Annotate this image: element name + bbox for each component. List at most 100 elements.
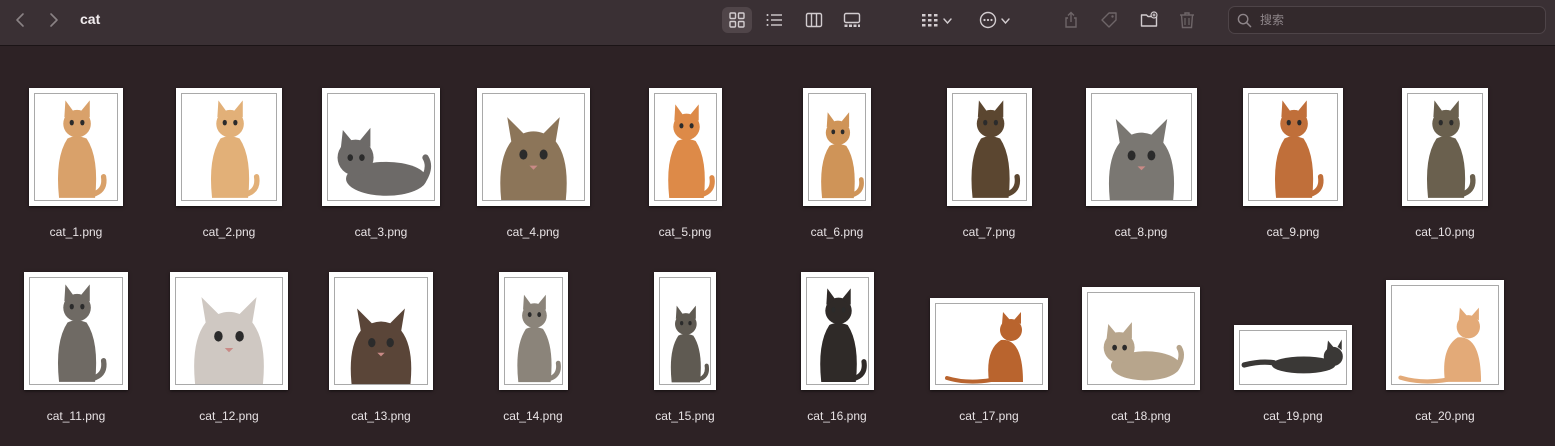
thumbnail-frame <box>305 68 457 206</box>
file-thumbnail[interactable] <box>1234 325 1352 390</box>
cat-image <box>1391 285 1499 385</box>
file-item[interactable]: cat_13.png <box>305 252 457 428</box>
file-thumbnail[interactable] <box>654 272 716 390</box>
file-thumbnail[interactable] <box>176 88 282 206</box>
file-thumbnail[interactable] <box>1082 287 1200 390</box>
thumbnail-frame <box>761 252 913 390</box>
file-thumbnail[interactable] <box>170 272 288 390</box>
file-item[interactable]: cat_4.png <box>457 68 609 244</box>
cat-image <box>503 277 563 385</box>
file-item[interactable]: cat_8.png <box>1065 68 1217 244</box>
thumbnail-frame <box>1065 68 1217 206</box>
cat-image <box>334 277 428 385</box>
file-item[interactable]: cat_6.png <box>761 68 913 244</box>
file-thumbnail[interactable] <box>329 272 433 390</box>
forward-button[interactable] <box>42 8 66 32</box>
file-thumbnail[interactable] <box>24 272 128 390</box>
column-view-button[interactable] <box>800 7 828 33</box>
thumbnail-frame <box>913 252 1065 390</box>
file-name-label[interactable]: cat_11.png <box>0 409 152 423</box>
thumbnail-frame <box>457 252 609 390</box>
trash-button[interactable] <box>1174 7 1200 33</box>
file-name-label[interactable]: cat_18.png <box>1065 409 1217 423</box>
cat-image <box>481 93 585 201</box>
file-thumbnail[interactable] <box>803 88 871 206</box>
new-folder-button[interactable] <box>1136 7 1162 33</box>
file-item[interactable]: cat_18.png <box>1065 252 1217 428</box>
file-name-label[interactable]: cat_9.png <box>1217 225 1369 239</box>
file-name-label[interactable]: cat_8.png <box>1065 225 1217 239</box>
file-name-label[interactable]: cat_2.png <box>153 225 305 239</box>
file-item[interactable]: cat_11.png <box>0 252 152 428</box>
tag-button[interactable] <box>1096 7 1122 33</box>
file-name-label[interactable]: cat_19.png <box>1217 409 1369 423</box>
file-thumbnail[interactable] <box>1243 88 1343 206</box>
file-item[interactable]: cat_15.png <box>609 252 761 428</box>
file-thumbnail[interactable] <box>1085 88 1197 206</box>
file-thumbnail[interactable] <box>498 272 568 390</box>
file-item[interactable]: cat_5.png <box>609 68 761 244</box>
share-button[interactable] <box>1058 7 1084 33</box>
file-item[interactable]: cat_12.png <box>153 252 305 428</box>
thumbnail-frame <box>1217 68 1369 206</box>
file-name-label[interactable]: cat_15.png <box>609 409 761 423</box>
gallery-view-button[interactable] <box>838 7 866 33</box>
thumbnail-frame <box>1217 252 1369 390</box>
window-title: cat <box>80 11 101 27</box>
file-item[interactable]: cat_1.png <box>0 68 152 244</box>
file-thumbnail[interactable] <box>930 298 1048 390</box>
file-item[interactable]: cat_10.png <box>1369 68 1521 244</box>
file-thumbnail[interactable] <box>1386 280 1504 390</box>
file-name-label[interactable]: cat_16.png <box>761 409 913 423</box>
file-item[interactable]: cat_19.png <box>1217 252 1369 428</box>
tag-icon <box>1101 12 1117 28</box>
cat-image <box>1090 93 1192 201</box>
file-thumbnail[interactable] <box>322 88 440 206</box>
file-thumbnail[interactable] <box>800 272 874 390</box>
file-thumbnail[interactable] <box>476 88 590 206</box>
file-name-label[interactable]: cat_14.png <box>457 409 609 423</box>
file-name-label[interactable]: cat_1.png <box>0 225 152 239</box>
search-field[interactable] <box>1228 6 1546 34</box>
file-name-label[interactable]: cat_4.png <box>457 225 609 239</box>
file-item[interactable]: cat_17.png <box>913 252 1065 428</box>
list-view-button[interactable] <box>760 7 788 33</box>
file-name-label[interactable]: cat_13.png <box>305 409 457 423</box>
file-item[interactable]: cat_3.png <box>305 68 457 244</box>
file-item[interactable]: cat_9.png <box>1217 68 1369 244</box>
back-button[interactable] <box>8 8 32 32</box>
cat-image <box>1087 292 1195 385</box>
gallery-icon <box>843 12 861 27</box>
new-folder-icon <box>1140 11 1158 27</box>
search-icon <box>1237 13 1252 27</box>
cat-image <box>327 93 435 201</box>
file-name-label[interactable]: cat_17.png <box>913 409 1065 423</box>
thumbnail-frame <box>457 68 609 206</box>
file-thumbnail[interactable] <box>29 88 123 206</box>
trash-icon <box>1180 12 1194 29</box>
file-item[interactable]: cat_16.png <box>761 252 913 428</box>
file-name-label[interactable]: cat_20.png <box>1369 409 1521 423</box>
more-actions-button[interactable] <box>974 7 1014 33</box>
file-name-label[interactable]: cat_6.png <box>761 225 913 239</box>
file-name-label[interactable]: cat_10.png <box>1369 225 1521 239</box>
file-item[interactable]: cat_14.png <box>457 252 609 428</box>
file-name-label[interactable]: cat_7.png <box>913 225 1065 239</box>
search-input[interactable] <box>1258 12 1542 28</box>
cat-image <box>175 277 283 385</box>
file-item[interactable]: cat_7.png <box>913 68 1065 244</box>
icon-view-button[interactable] <box>722 7 752 33</box>
file-item[interactable]: cat_20.png <box>1369 252 1521 428</box>
file-name-label[interactable]: cat_12.png <box>153 409 305 423</box>
file-thumbnail[interactable] <box>946 88 1032 206</box>
group-by-button[interactable] <box>916 7 956 33</box>
file-thumbnail[interactable] <box>1402 88 1488 206</box>
file-item[interactable]: cat_2.png <box>153 68 305 244</box>
file-name-label[interactable]: cat_5.png <box>609 225 761 239</box>
file-name-label[interactable]: cat_3.png <box>305 225 457 239</box>
cat-image <box>29 277 123 385</box>
file-thumbnail[interactable] <box>648 88 722 206</box>
thumbnail-frame <box>609 68 761 206</box>
thumbnail-frame <box>1369 68 1521 206</box>
cat-image <box>808 93 866 201</box>
